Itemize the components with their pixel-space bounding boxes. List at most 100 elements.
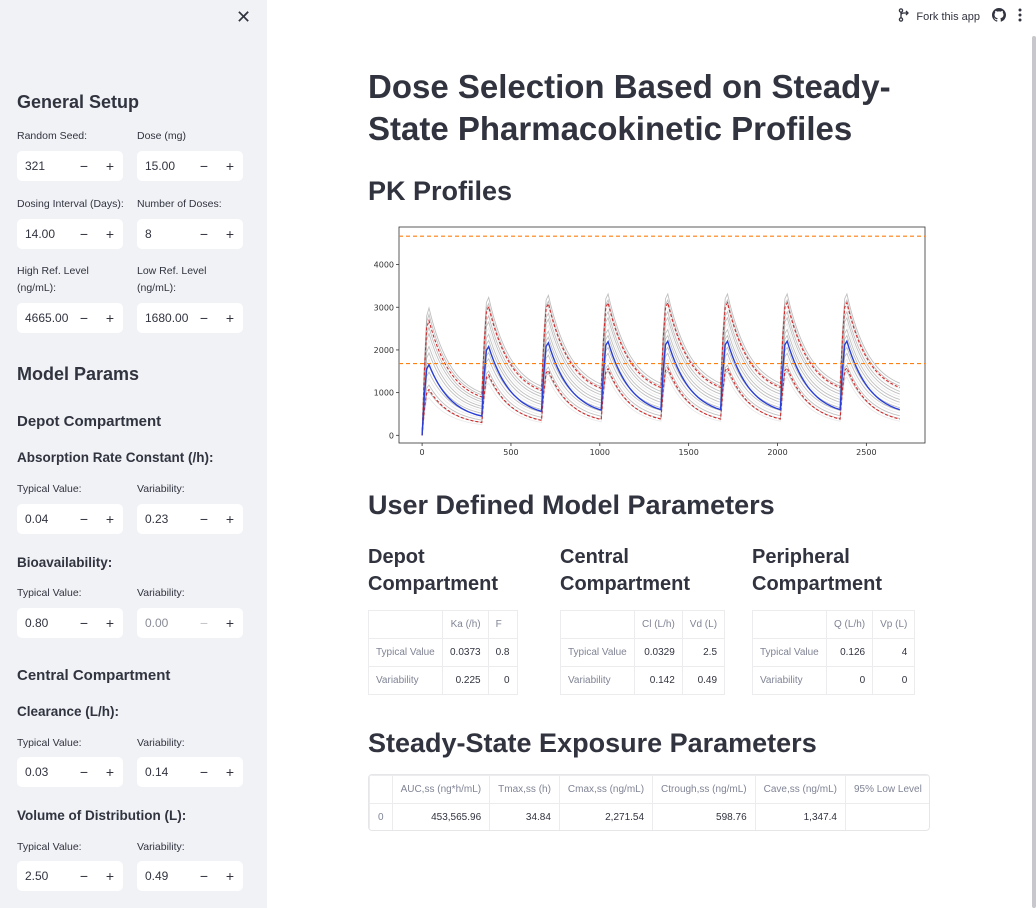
x-tick-label: 1000 [590,448,610,457]
cl-variability-label: Variability: [137,737,185,749]
dosing-interval-value[interactable]: 14.00 [17,227,71,241]
table-header [368,610,443,639]
f-typical-value[interactable]: 0.80 [17,616,71,630]
table-cell: Typical Value [368,638,443,667]
table-cell: 0.0373 [442,638,489,667]
dosing-interval-decrement-button[interactable]: − [71,226,97,242]
vd-typical-label: Typical Value: [17,841,82,853]
table-cell: 0.142 [634,666,683,695]
table-cell: 0.0329 [634,638,683,667]
table-header [369,775,393,804]
f-typical-label: Typical Value: [17,587,82,599]
cl-typical-value[interactable]: 0.03 [17,765,71,779]
high-ref-label-line1: High Ref. Level [17,265,89,277]
vd-variability-value[interactable]: 0.49 [137,869,191,883]
general-setup-heading: General Setup [17,92,140,112]
high-ref-increment-button[interactable]: + [97,310,123,326]
low-ref-input[interactable]: 1680.00 − + [137,303,243,333]
f-typical-increment-button[interactable]: + [97,615,123,631]
github-icon[interactable] [992,8,1007,25]
number-of-doses-input[interactable]: 8 − + [137,219,243,249]
kebab-menu-icon[interactable] [1018,8,1022,25]
ka-typical-increment-button[interactable]: + [97,511,123,527]
dose-decrement-button[interactable]: − [191,158,217,174]
number-of-doses-value[interactable]: 8 [137,227,191,241]
low-ref-value[interactable]: 1680.00 [137,311,191,325]
scrollbar[interactable] [1032,36,1036,908]
table-cell: 0 [487,666,518,695]
table-header: Vd (L) [681,610,726,639]
app-root: ✕ General Setup Random Seed: 321 − + Dos… [0,0,1036,908]
fork-app-button[interactable]: Fork this app [898,8,980,25]
random-seed-decrement-button[interactable]: − [71,158,97,174]
table-cell: Typical Value [560,638,635,667]
absorption-rate-heading: Absorption Rate Constant (/h): [17,450,214,465]
ka-typical-decrement-button[interactable]: − [71,511,97,527]
close-icon[interactable]: ✕ [236,8,251,26]
dosing-interval-input[interactable]: 14.00 − + [17,219,123,249]
cl-variability-input[interactable]: 0.14 − + [137,757,243,787]
vd-variability-decrement-button[interactable]: − [191,868,217,884]
central-compartment-heading: Central Compartment [17,667,171,684]
cl-variability-decrement-button[interactable]: − [191,764,217,780]
table-header: Ka (/h) [442,610,489,639]
table-cell: Typical Value [752,638,827,667]
random-seed-increment-button[interactable]: + [97,158,123,174]
low-ref-increment-button[interactable]: + [217,310,243,326]
dose-increment-button[interactable]: + [217,158,243,174]
vd-typical-value[interactable]: 2.50 [17,869,71,883]
dosing-interval-label: Dosing Interval (Days): [17,198,124,210]
vd-variability-input[interactable]: 0.49 − + [137,861,243,891]
vd-variability-increment-button[interactable]: + [217,868,243,884]
table-row: Typical Value 0.126 4 [752,638,916,667]
dose-value[interactable]: 15.00 [137,159,191,173]
volume-heading: Volume of Distribution (L): [17,808,187,823]
table-header: Q (L/h) [825,610,874,639]
ka-variability-decrement-button[interactable]: − [191,511,217,527]
fork-app-label: Fork this app [916,10,980,23]
ka-variability-increment-button[interactable]: + [217,511,243,527]
dosing-interval-increment-button[interactable]: + [97,226,123,242]
clearance-heading: Clearance (L/h): [17,704,120,719]
f-variability-decrement-button[interactable]: − [191,615,217,631]
table-cell [845,803,929,830]
cl-typical-decrement-button[interactable]: − [71,764,97,780]
high-ref-label: High Ref. Level (ng/mL): [17,263,89,297]
cl-variability-value[interactable]: 0.14 [137,765,191,779]
cl-typical-increment-button[interactable]: + [97,764,123,780]
ka-variability-value[interactable]: 0.23 [137,512,191,526]
table-header: Cmax,ss (ng/mL) [558,775,654,804]
f-typical-decrement-button[interactable]: − [71,615,97,631]
high-ref-input[interactable]: 4665.00 − + [17,303,123,333]
ka-typical-input[interactable]: 0.04 − + [17,504,123,534]
cl-typical-input[interactable]: 0.03 − + [17,757,123,787]
f-typical-input[interactable]: 0.80 − + [17,608,123,638]
vd-typical-decrement-button[interactable]: − [71,868,97,884]
table-row: Typical Value 0.0329 2.5 [560,638,726,667]
vd-typical-input[interactable]: 2.50 − + [17,861,123,891]
exposure-table[interactable]: AUC,ss (ng*h/mL) Tmax,ss (h) Cmax,ss (ng… [368,774,930,831]
ka-variability-input[interactable]: 0.23 − + [137,504,243,534]
f-variability-value[interactable]: 0.00 [137,616,191,630]
ka-typical-value[interactable]: 0.04 [17,512,71,526]
table-row: 0 453,565.96 34.84 2,271.54 598.76 1,347… [369,803,929,830]
f-variability-increment-button[interactable]: + [217,615,243,631]
high-ref-label-line2: (ng/mL): [17,282,57,294]
low-ref-decrement-button[interactable]: − [191,310,217,326]
f-variability-input[interactable]: 0.00 − + [137,608,243,638]
table-cell: 0.225 [442,666,489,695]
dose-input[interactable]: 15.00 − + [137,151,243,181]
high-ref-decrement-button[interactable]: − [71,310,97,326]
vd-typical-increment-button[interactable]: + [97,868,123,884]
cl-typical-label: Typical Value: [17,737,82,749]
depot-params-table: Ka (/h) F Typical Value 0.0373 0.8 Varia… [368,610,518,695]
random-seed-input[interactable]: 321 − + [17,151,123,181]
bioavailability-heading: Bioavailability: [17,555,113,570]
random-seed-value[interactable]: 321 [17,159,71,173]
ka-typical-label: Typical Value: [17,483,82,495]
number-of-doses-decrement-button[interactable]: − [191,226,217,242]
cl-variability-increment-button[interactable]: + [217,764,243,780]
high-ref-value[interactable]: 4665.00 [17,311,71,325]
number-of-doses-increment-button[interactable]: + [217,226,243,242]
table-row: Variability 0 0 [752,666,916,695]
